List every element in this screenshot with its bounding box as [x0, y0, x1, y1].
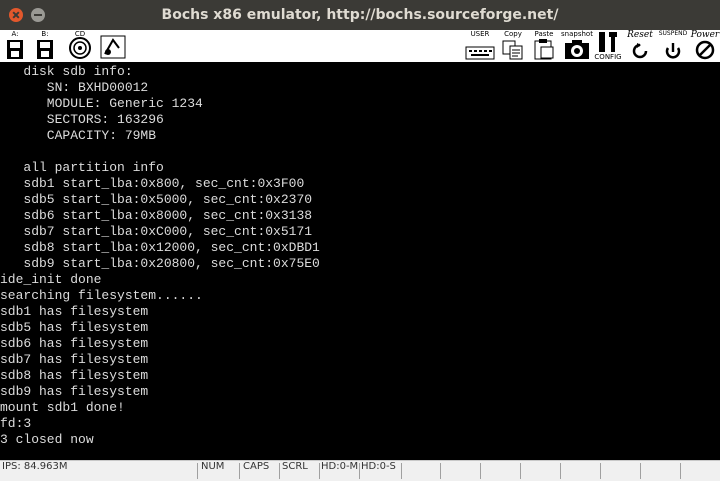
floppy-a-label: A: — [11, 30, 19, 38]
console-line: sdb1 start_lba:0x800, sec_cnt:0x3F00 — [0, 176, 305, 191]
paste-icon — [534, 39, 554, 60]
console-line: fd:3 — [0, 416, 32, 431]
num-lock-indicator: NUM — [201, 461, 225, 472]
window-title: Bochs x86 emulator, http://bochs.sourcef… — [161, 7, 559, 23]
cdrom-icon — [69, 37, 91, 59]
keyboard-icon — [465, 46, 495, 60]
console-line: CAPACITY: 79MB — [0, 128, 157, 143]
console-line: sdb7 start_lba:0xC000, sec_cnt:0x5171 — [0, 224, 313, 239]
reset-button[interactable]: Reset — [624, 30, 656, 62]
ips-status: IPS: 84.963M — [2, 461, 68, 472]
power-icon — [695, 40, 715, 60]
mouse-icon — [100, 35, 126, 59]
mouse-button[interactable] — [98, 30, 128, 62]
console-line: all partition info — [0, 160, 164, 175]
caps-lock-indicator: CAPS — [243, 461, 270, 472]
console-line: sdb6 start_lba:0x8000, sec_cnt:0x3138 — [0, 208, 313, 223]
console-line: sdb5 has filesystem — [0, 320, 149, 335]
floppy-b-label: B: — [41, 30, 49, 38]
paste-button[interactable]: Paste — [530, 30, 558, 62]
suspend-icon — [665, 43, 681, 59]
snapshot-button[interactable]: snapshot — [560, 30, 594, 62]
console-line: ide_init done — [0, 272, 102, 287]
console-line: SN: BXHD00012 — [0, 80, 149, 95]
copy-button[interactable]: Copy — [500, 30, 526, 62]
floppy-a-button[interactable]: A: — [4, 30, 26, 62]
bochs-toolbar: A: B: CD USER Copy Paste snapshot CONFIG… — [0, 30, 720, 63]
snapshot-label: snapshot — [561, 30, 593, 38]
console-line: SECTORS: 163296 — [0, 112, 164, 127]
floppy-a-icon — [7, 40, 23, 59]
console-line: sdb9 start_lba:0x20800, sec_cnt:0x75E0 — [0, 256, 320, 271]
console-line: disk sdb info: — [0, 64, 133, 79]
user-label: USER — [470, 30, 490, 38]
paste-label: Paste — [534, 30, 554, 38]
suspend-button[interactable]: SUSPEND — [656, 30, 690, 62]
console-line: MODULE: Generic 1234 — [0, 96, 203, 111]
config-icon — [599, 32, 617, 52]
copy-icon — [502, 40, 523, 60]
reset-icon — [632, 43, 648, 59]
hd0-master-indicator: HD:0-M — [321, 461, 359, 472]
suspend-label: SUSPEND — [658, 30, 688, 37]
title-bar: Bochs x86 emulator, http://bochs.sourcef… — [0, 0, 720, 30]
console-line: 3 closed now — [0, 432, 94, 447]
console-line: sdb8 start_lba:0x12000, sec_cnt:0xDBD1 — [0, 240, 320, 255]
console-line: sdb7 has filesystem — [0, 352, 149, 367]
console-output: disk sdb info: SN: BXHD00012 MODULE: Gen… — [0, 64, 320, 464]
cdrom-button[interactable]: CD — [66, 30, 94, 62]
console-line: sdb5 start_lba:0x5000, sec_cnt:0x2370 — [0, 192, 313, 207]
power-label: Power — [690, 30, 720, 40]
floppy-b-button[interactable]: B: — [34, 30, 56, 62]
status-bar: IPS: 84.963M NUM CAPS SCRL HD:0-M HD:0-S — [0, 460, 720, 481]
console-line: sdb9 has filesystem — [0, 384, 149, 399]
console-line: sdb1 has filesystem — [0, 304, 149, 319]
config-button[interactable]: CONFIG — [594, 30, 622, 62]
reset-label: Reset — [627, 30, 653, 40]
scroll-lock-indicator: SCRL — [282, 461, 308, 472]
emulator-console[interactable]: disk sdb info: SN: BXHD00012 MODULE: Gen… — [0, 63, 720, 463]
console-line: sdb6 has filesystem — [0, 336, 149, 351]
hd0-slave-indicator: HD:0-S — [361, 461, 396, 472]
copy-label: Copy — [504, 30, 522, 38]
camera-icon — [565, 40, 589, 59]
console-line: sdb8 has filesystem — [0, 368, 149, 383]
user-button[interactable]: USER — [464, 30, 496, 62]
console-line: mount sdb1 done! — [0, 400, 125, 415]
console-line: searching filesystem...... — [0, 288, 203, 303]
floppy-b-icon — [37, 40, 53, 59]
config-label: CONFIG — [594, 53, 622, 61]
power-button[interactable]: Power — [690, 30, 720, 62]
